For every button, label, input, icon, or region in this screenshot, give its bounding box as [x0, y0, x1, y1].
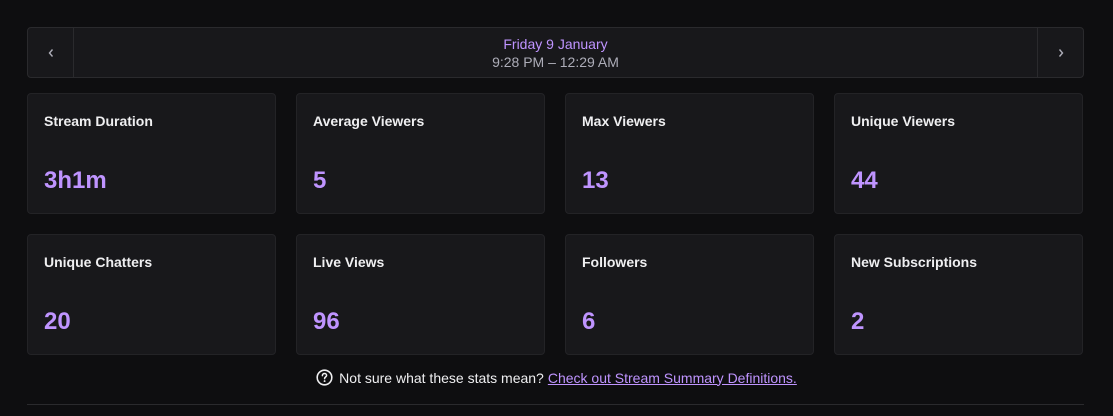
stat-card-stream-duration: Stream Duration 3h1m — [27, 93, 276, 214]
stat-value: 13 — [582, 167, 609, 194]
stat-label: Max Viewers — [582, 113, 666, 129]
stat-value: 5 — [313, 167, 327, 194]
stream-summary-definitions-link[interactable]: Check out Stream Summary Definitions. — [548, 370, 797, 386]
chevron-right-icon — [1058, 48, 1063, 57]
stat-label: New Subscriptions — [851, 254, 978, 270]
date-navigator: Friday 9 January 9:28 PM – 12:29 AM — [27, 27, 1084, 78]
stat-card-unique-chatters: Unique Chatters 20 — [27, 234, 276, 355]
stat-label: Stream Duration — [44, 113, 153, 129]
stat-label: Unique Viewers — [851, 113, 956, 129]
stat-card-average-viewers: Average Viewers 5 — [296, 93, 545, 214]
stat-label: Live Views — [313, 254, 385, 270]
stat-card-followers: Followers 6 — [565, 234, 814, 355]
stat-card-live-views: Live Views 96 — [296, 234, 545, 355]
stat-value: 44 — [851, 167, 878, 194]
stats-help: Not sure what these stats mean? Check ou… — [0, 369, 1113, 386]
help-text: Not sure what these stats mean? — [339, 369, 544, 386]
stat-card-unique-viewers: Unique Viewers 44 — [834, 93, 1083, 214]
previous-stream-button[interactable] — [28, 28, 74, 77]
stat-card-max-viewers: Max Viewers 13 — [565, 93, 814, 214]
stat-value: 3h1m — [44, 167, 107, 194]
stat-value: 20 — [44, 308, 71, 335]
stat-value: 96 — [313, 308, 340, 335]
stat-label: Average Viewers — [313, 113, 425, 129]
next-stream-button[interactable] — [1037, 28, 1083, 77]
stat-value: 2 — [851, 308, 865, 335]
stream-date: Friday 9 January — [503, 35, 608, 52]
stream-time-range: 9:28 PM – 12:29 AM — [492, 53, 619, 70]
question-circle-icon — [316, 369, 333, 386]
stat-value: 6 — [582, 308, 596, 335]
stat-card-new-subscriptions: New Subscriptions 2 — [834, 234, 1083, 355]
section-divider — [27, 404, 1084, 405]
date-display: Friday 9 January 9:28 PM – 12:29 AM — [74, 28, 1037, 77]
stat-label: Followers — [582, 254, 648, 270]
chevron-left-icon — [48, 48, 53, 57]
stat-label: Unique Chatters — [44, 254, 153, 270]
stats-grid: Stream Duration 3h1m Average Viewers 5 M… — [27, 93, 1084, 355]
